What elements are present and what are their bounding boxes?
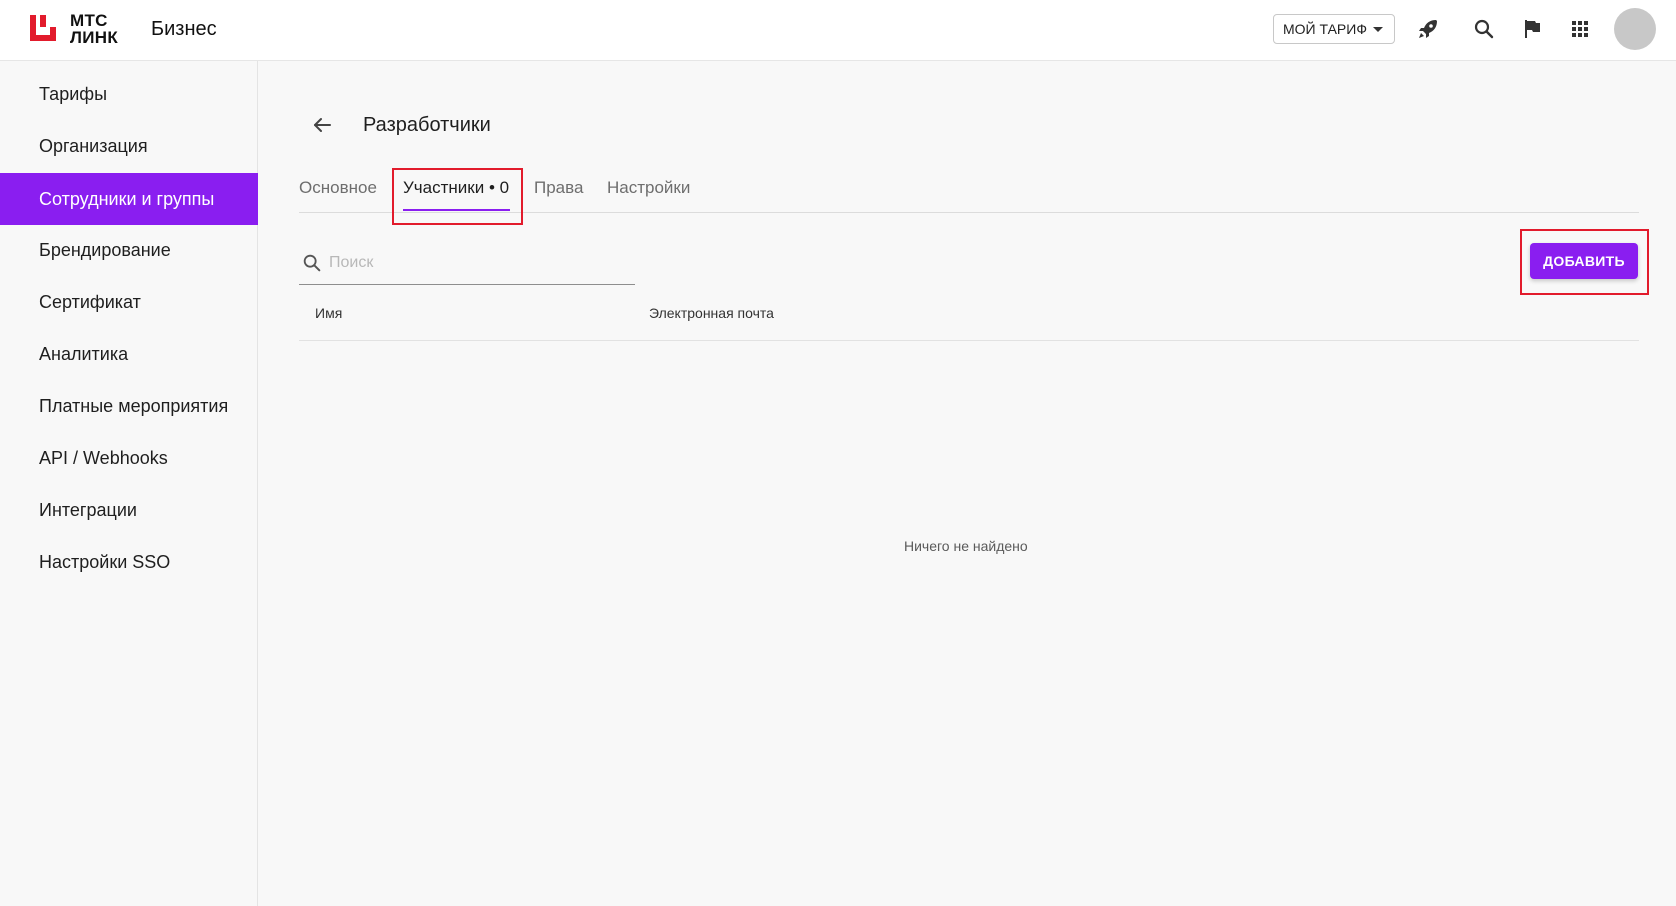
logo-line1: МТС xyxy=(70,11,108,30)
column-header-email: Электронная почта xyxy=(649,305,774,321)
flag-icon[interactable] xyxy=(1520,17,1544,41)
sidebar-item-branding[interactable]: Брендирование xyxy=(0,224,258,276)
tariff-label: МОЙ ТАРИФ xyxy=(1283,21,1367,37)
sidebar-item-analytics[interactable]: Аналитика xyxy=(0,328,258,380)
sidebar-item-label: Организация xyxy=(39,135,148,156)
caret-down-icon xyxy=(1373,27,1383,32)
sidebar: Тарифы Организация Сотрудники и группы Б… xyxy=(0,61,258,906)
search-input[interactable] xyxy=(329,248,629,278)
highlight-box-members-tab xyxy=(392,168,523,225)
sidebar-item-tariffs[interactable]: Тарифы xyxy=(0,68,258,120)
apps-grid-icon[interactable] xyxy=(1568,17,1592,41)
sidebar-item-label: Платные мероприятия xyxy=(39,395,229,416)
sidebar-item-organization[interactable]: Организация xyxy=(0,120,258,172)
top-header: МТС ЛИНК Бизнес МОЙ ТАРИФ xyxy=(0,0,1676,61)
tab-settings[interactable]: Настройки xyxy=(607,178,690,198)
avatar[interactable] xyxy=(1614,8,1656,50)
search-field xyxy=(299,246,635,285)
sidebar-item-sso-settings[interactable]: Настройки SSO xyxy=(0,536,258,588)
tab-main[interactable]: Основное xyxy=(299,178,377,198)
sidebar-item-label: Сертификат xyxy=(39,291,141,312)
table-header-divider xyxy=(299,340,1639,341)
sidebar-item-label: Сотрудники и группы xyxy=(39,188,215,209)
logo-line2: ЛИНК xyxy=(70,28,118,47)
highlight-box-add-button xyxy=(1520,229,1649,295)
sidebar-item-label: Аналитика xyxy=(39,343,129,364)
sidebar-item-label: API / Webhooks xyxy=(39,447,168,468)
sidebar-item-paid-events[interactable]: Платные мероприятия xyxy=(0,380,258,432)
my-tariff-dropdown[interactable]: МОЙ ТАРИФ xyxy=(1273,14,1395,44)
sidebar-item-label: Тарифы xyxy=(39,83,108,104)
app-name: Бизнес xyxy=(151,18,217,40)
search-icon[interactable] xyxy=(1472,17,1496,41)
sidebar-item-label: Настройки SSO xyxy=(39,551,171,572)
sidebar-item-label: Интеграции xyxy=(39,499,137,520)
column-header-name: Имя xyxy=(315,305,343,321)
tab-permissions[interactable]: Права xyxy=(534,178,583,198)
rocket-icon[interactable] xyxy=(1416,17,1440,41)
back-arrow-icon[interactable] xyxy=(310,113,334,137)
sidebar-item-integrations[interactable]: Интеграции xyxy=(0,484,258,536)
logo-text: МТС ЛИНК xyxy=(70,12,118,46)
sidebar-item-certificate[interactable]: Сертификат xyxy=(0,276,258,328)
sidebar-item-api-webhooks[interactable]: API / Webhooks xyxy=(0,432,258,484)
page-title: Разработчики xyxy=(363,114,491,136)
search-icon xyxy=(303,254,321,272)
empty-state-text: Ничего не найдено xyxy=(904,538,1028,554)
mts-link-logo-icon[interactable] xyxy=(28,13,58,44)
sidebar-item-label: Брендирование xyxy=(39,239,171,260)
sidebar-item-employees-groups[interactable]: Сотрудники и группы xyxy=(0,173,258,225)
